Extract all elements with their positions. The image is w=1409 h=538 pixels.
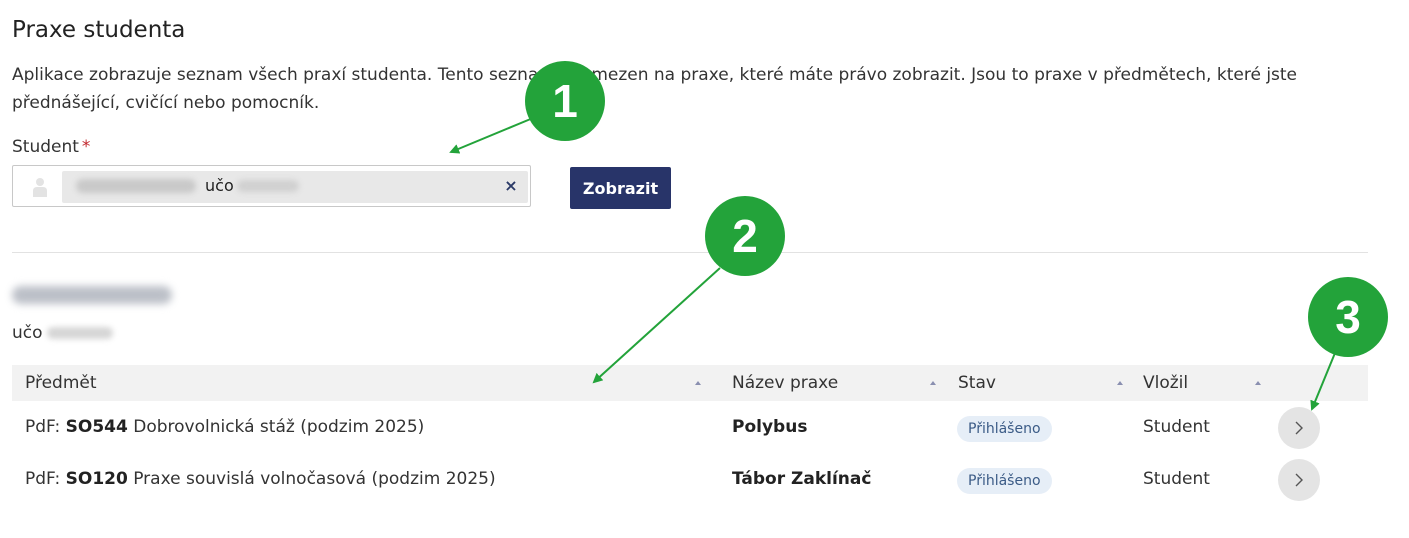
callout-arrow-3 [1310, 352, 1336, 411]
callout-1: 1 [525, 61, 605, 141]
annotation-arrows [449, 117, 1336, 411]
callout-arrow-1 [449, 117, 534, 154]
callout-3: 3 [1308, 277, 1388, 357]
callout-arrow-2 [592, 267, 721, 384]
callout-2: 2 [705, 196, 785, 276]
